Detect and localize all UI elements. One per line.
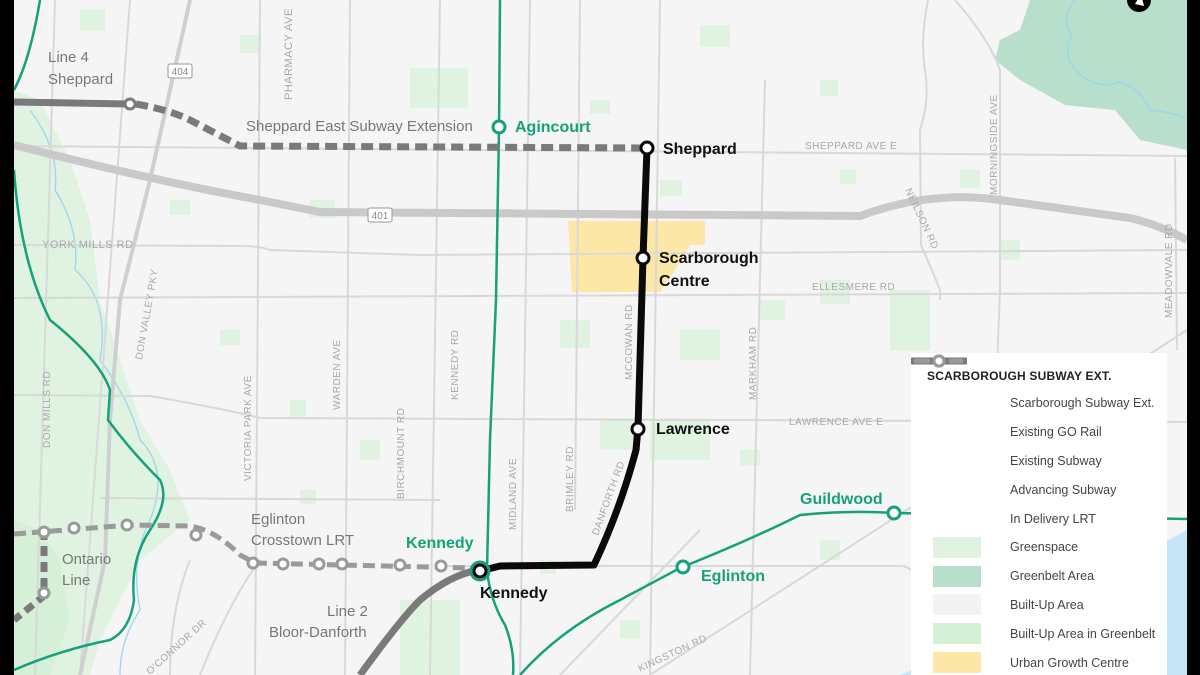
legend-urban-growth-swatch [933,652,981,674]
station-label-sheppard: Sheppard [663,141,737,158]
go-label-kennedy: Kennedy [406,535,474,552]
label-ontario-line-1: Ontario [62,551,111,568]
legend-item-existing-subway: Existing Subway [911,354,1167,476]
legend-label: In Delivery LRT [1010,511,1096,526]
legend-label: Existing Subway [1010,453,1102,468]
legend-built-up-swatch [933,594,981,616]
line4-terminus-station[interactable] [123,97,137,111]
road-label-kennedy-rd: KENNEDY RD [450,330,461,400]
station-kennedy[interactable] [472,563,488,579]
road-label-oconnor: O'CONNOR DR [145,618,209,675]
legend-item-go-rail: Existing GO Rail [915,354,1167,447]
go-label-eglinton: Eglinton [701,568,765,585]
road-label-meadowvale: MEADOWVALE RD [1164,223,1175,318]
map-legend: SCARBOROUGH SUBWAY EXT. Scarborough Subw… [911,353,1167,675]
label-line4-2: Sheppard [48,71,113,88]
station-scarborough-centre[interactable] [635,250,651,266]
legend-label: Built-Up Area [1010,597,1084,612]
legend-label: Greenbelt Area [1010,569,1095,584]
legend-item-urban-growth: Urban Growth Centre [927,648,1167,675]
label-sheppard-east: Sheppard East Subway Extension [246,118,473,135]
road-label-morningside: MORNINGSIDE AVE [989,94,1000,195]
road-label-midland: MIDLAND AVE [508,458,519,530]
legend-label: Advancing Subway [1010,482,1117,497]
road-label-mccowan: MCCOWAN RD [624,304,635,380]
road-label-warden: WARDEN AVE [332,339,343,410]
road-label-markham: MARKHAM RD [748,327,759,400]
road-label-kingston: KINGSTON RD [637,633,709,675]
legend-built-up-greenbelt-swatch [933,623,981,645]
legend-advancing-subway-icon [911,354,987,501]
transit-map[interactable]: 404 401 PHARMACY AVE YORK MILLS RD SHEPP… [14,0,1187,675]
legend-label: Scarborough Subway Ext. [1010,396,1155,411]
go-label-guildwood: Guildwood [800,491,883,508]
legend-title: SCARBOROUGH SUBWAY EXT. [927,369,1112,383]
road-label-brimley: BRIMLEY RD [565,446,576,512]
hwy-404-label: 404 [172,67,189,78]
go-station-eglinton[interactable] [675,559,691,575]
hwy-404-shield: 404 [167,63,193,79]
legend-scarborough-line-icon [911,354,987,414]
go-label-agincourt: Agincourt [515,119,591,136]
road-label-sheppard-e: SHEPPARD AVE E [805,141,897,152]
road-label-don-valley: DON VALLEY PKY [134,268,161,360]
legend-item-built-up: Built-Up Area [927,591,1167,620]
hwy-401-label: 401 [372,211,389,222]
station-label-kennedy: Kennedy [480,585,548,602]
label-eglinton-lrt-2: Crosstown LRT [251,532,354,549]
legend-label: Greenspace [1010,540,1079,555]
go-line-stouffville [485,0,515,675]
legend-go-rail-icon [915,354,987,443]
go-line-richmond-hill [14,0,42,91]
station-label-scarborough-1: Scarborough [659,250,759,267]
go-station-guildwood[interactable] [886,505,902,521]
go-station-agincourt[interactable] [491,119,507,135]
road-label-ellesmere: ELLESMERE RD [812,282,895,293]
legend-subway-icon [911,354,987,472]
legend-item-greenspace: Greenspace [927,533,1167,562]
road-label-birchmount: BIRCHMOUNT RD [396,408,407,499]
legend-item-lrt: In Delivery LRT [913,354,1167,533]
line-4-sheppard [14,98,131,108]
legend-label: Urban Growth Centre [1010,655,1129,670]
station-sheppard[interactable] [639,140,655,156]
legend-item-advancing-subway: Advancing Subway [911,354,1167,504]
station-label-scarborough-2: Centre [659,273,710,290]
legend-item-built-up-greenbelt: Built-Up Area in Greenbelt [927,619,1167,648]
road-label-victoria-park: VICTORIA PARK AVE [243,375,254,481]
label-line2-1: Line 2 [327,603,368,620]
label-eglinton-lrt-1: Eglinton [251,511,305,528]
legend-label: Built-Up Area in Greenbelt [1010,626,1156,641]
legend-lrt-icon [913,354,987,530]
legend-greenbelt-swatch [933,565,981,587]
hwy-401-shield: 401 [367,207,393,223]
station-lawrence[interactable] [630,421,646,437]
station-label-lawrence: Lawrence [656,421,730,438]
legend-item-greenbelt: Greenbelt Area [927,562,1167,591]
label-line4-1: Line 4 [48,49,89,66]
road-label-york-mills: YORK MILLS RD [42,239,133,251]
road-label-lawrence-e: LAWRENCE AVE E [789,417,883,428]
label-ontario-line-2: Line [62,572,90,589]
legend-item-scarborough-ext: Scarborough Subway Ext. [911,354,1167,418]
greenbelt-area [995,0,1187,150]
road-label-pharmacy: PHARMACY AVE [283,8,295,100]
label-line2-2: Bloor-Danforth [269,624,367,641]
legend-label: Existing GO Rail [1010,425,1102,440]
legend-greenspace-swatch [933,536,981,558]
road-label-don-mills: DON MILLS RD [42,371,53,448]
